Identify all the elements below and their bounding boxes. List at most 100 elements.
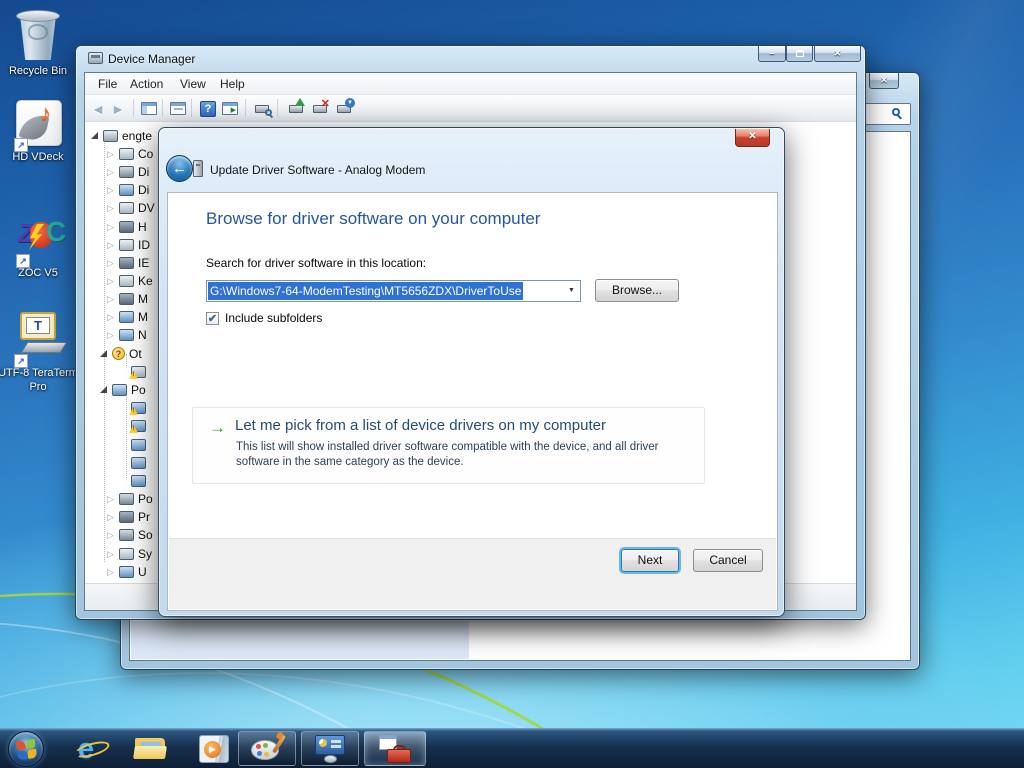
uninstall-device-button[interactable]: ✕: [309, 98, 331, 119]
tree-item[interactable]: ▷IE: [107, 253, 149, 271]
collapsed-arrow-icon[interactable]: ▷: [107, 545, 119, 563]
tree-item[interactable]: ▷M: [107, 307, 148, 325]
device-category-icon: [119, 511, 134, 523]
device-manager-icon: [88, 52, 103, 64]
tree-item[interactable]: ▷Pr: [107, 507, 150, 525]
taskbar-media-player[interactable]: ▶: [196, 731, 232, 767]
collapsed-arrow-icon[interactable]: ▷: [107, 290, 119, 308]
tree-item-root[interactable]: engte: [91, 126, 152, 144]
minimize-button[interactable]: –: [758, 46, 786, 62]
tree-item[interactable]: ▷So: [107, 525, 153, 543]
collapsed-arrow-icon[interactable]: ▷: [107, 199, 119, 217]
collapsed-arrow-icon[interactable]: ▷: [107, 254, 119, 272]
taskbar-windows-explorer[interactable]: [132, 731, 168, 767]
device-category-icon: [119, 148, 134, 160]
content-panel: [131, 621, 469, 659]
tree-item[interactable]: ▷M: [107, 289, 148, 307]
tree-item[interactable]: ▷H: [107, 217, 147, 235]
help-icon: ?: [200, 101, 216, 117]
menu-view[interactable]: View: [173, 73, 213, 95]
collapsed-arrow-icon[interactable]: ▷: [107, 218, 119, 236]
collapsed-arrow-icon[interactable]: ▷: [107, 236, 119, 254]
tree-item-child[interactable]: [131, 471, 146, 489]
browse-button[interactable]: Browse...: [595, 279, 679, 302]
expanded-arrow-icon[interactable]: [91, 132, 98, 139]
tree-item[interactable]: ▷N: [107, 325, 147, 343]
collapsed-arrow-icon[interactable]: ▷: [107, 272, 119, 290]
tree-item[interactable]: ▷Co: [107, 144, 153, 162]
include-subfolders-checkbox[interactable]: ✔: [206, 312, 219, 325]
device-icon: !: [131, 420, 146, 432]
tree-item-ports[interactable]: Po: [100, 380, 146, 398]
tree-item-other-devices[interactable]: ?Ot: [100, 344, 142, 362]
properties-button[interactable]: [167, 98, 189, 119]
collapsed-arrow-icon[interactable]: ▷: [107, 490, 119, 508]
shortcut-arrow-icon: ↗: [16, 254, 30, 268]
dialog-close-button[interactable]: ✕: [735, 129, 770, 147]
search-icon: [892, 108, 900, 116]
tree-item[interactable]: ▷U: [107, 562, 147, 580]
tree-item[interactable]: ▷Ke: [107, 271, 153, 289]
hd-vdeck-icon: ♪ ↗: [4, 98, 72, 150]
menu-help[interactable]: Help: [213, 73, 252, 95]
combobox-dropdown-button[interactable]: ▼: [563, 281, 580, 301]
collapsed-arrow-icon[interactable]: ▷: [107, 508, 119, 526]
close-button[interactable]: ✕: [869, 73, 899, 89]
collapsed-arrow-icon[interactable]: ▷: [107, 526, 119, 544]
tree-item[interactable]: ▷DV: [107, 198, 155, 216]
collapsed-arrow-icon[interactable]: ▷: [107, 308, 119, 326]
shortcut-arrow-icon: ↗: [14, 354, 28, 368]
dialog-back-button[interactable]: ←: [166, 155, 193, 182]
tree-item[interactable]: ▷ID: [107, 235, 150, 253]
next-button[interactable]: Next: [621, 549, 679, 572]
forward-button[interactable]: ►: [107, 98, 129, 119]
collapsed-arrow-icon[interactable]: ▷: [107, 326, 119, 344]
taskbar-device-manager-window[interactable]: [364, 731, 426, 766]
collapsed-arrow-icon[interactable]: ▷: [107, 163, 119, 181]
taskbar-internet-explorer[interactable]: e: [68, 731, 104, 767]
taskbar-display-settings-window[interactable]: [301, 731, 359, 766]
tree-item-child[interactable]: [131, 435, 146, 453]
desktop-icon-hd-vdeck[interactable]: ♪ ↗ HD VDeck: [2, 98, 74, 164]
start-button[interactable]: [8, 731, 44, 767]
expanded-arrow-icon[interactable]: [100, 350, 107, 357]
taskbar-paint-window[interactable]: [238, 731, 296, 766]
include-subfolders-label: Include subfolders: [225, 311, 322, 325]
desktop-icon-teraterm[interactable]: T ↗ UTF-8 TeraTerm Pro: [2, 312, 74, 394]
update-driver-dialog[interactable]: ✕ ← Update Driver Software - Analog Mode…: [158, 127, 785, 617]
desktop-icon-label: Recycle Bin: [2, 64, 74, 78]
pick-driver-command-link[interactable]: → Let me pick from a list of device driv…: [192, 407, 705, 484]
back-button[interactable]: ◄: [87, 98, 109, 119]
device-category-icon: [119, 566, 134, 578]
tree-item-child[interactable]: !: [131, 362, 146, 380]
tree-item[interactable]: ▷Di: [107, 180, 149, 198]
disable-device-button[interactable]: ▼: [333, 98, 355, 119]
tree-guide: [126, 390, 127, 478]
maximize-button[interactable]: [786, 46, 813, 62]
cancel-button[interactable]: Cancel: [693, 549, 763, 572]
scan-hardware-button[interactable]: [251, 98, 273, 119]
menu-action[interactable]: Action: [123, 73, 170, 95]
tree-item-child[interactable]: [131, 453, 146, 471]
close-button[interactable]: ✕: [814, 46, 861, 62]
tree-item-child[interactable]: !: [131, 398, 146, 416]
expanded-arrow-icon[interactable]: [100, 386, 107, 393]
action-pane-button[interactable]: ▶: [219, 98, 241, 119]
help-button[interactable]: ?: [197, 98, 219, 119]
console-tree-button[interactable]: [138, 98, 160, 119]
tree-item[interactable]: ▷Di: [107, 162, 149, 180]
location-combobox[interactable]: G:\Windows7-64-ModemTesting\MT5656ZDX\Dr…: [206, 280, 581, 302]
desktop: Recycle Bin ♪ ↗ HD VDeck Z C ↗ ZOC V5 T …: [0, 0, 1024, 768]
tree-item-child[interactable]: !: [131, 416, 146, 434]
tree-item[interactable]: ▷Po: [107, 489, 153, 507]
menu-file[interactable]: File: [91, 73, 124, 95]
update-driver-button[interactable]: [285, 98, 307, 119]
desktop-icon-zoc-v5[interactable]: Z C ↗ ZOC V5: [2, 210, 74, 280]
device-category-icon: [119, 311, 134, 323]
action-pane-icon: ▶: [222, 102, 238, 115]
collapsed-arrow-icon[interactable]: ▷: [107, 145, 119, 163]
collapsed-arrow-icon[interactable]: ▷: [107, 181, 119, 199]
collapsed-arrow-icon[interactable]: ▷: [107, 563, 119, 581]
desktop-icon-recycle-bin[interactable]: Recycle Bin: [2, 6, 74, 78]
tree-item[interactable]: ▷Sy: [107, 544, 152, 562]
